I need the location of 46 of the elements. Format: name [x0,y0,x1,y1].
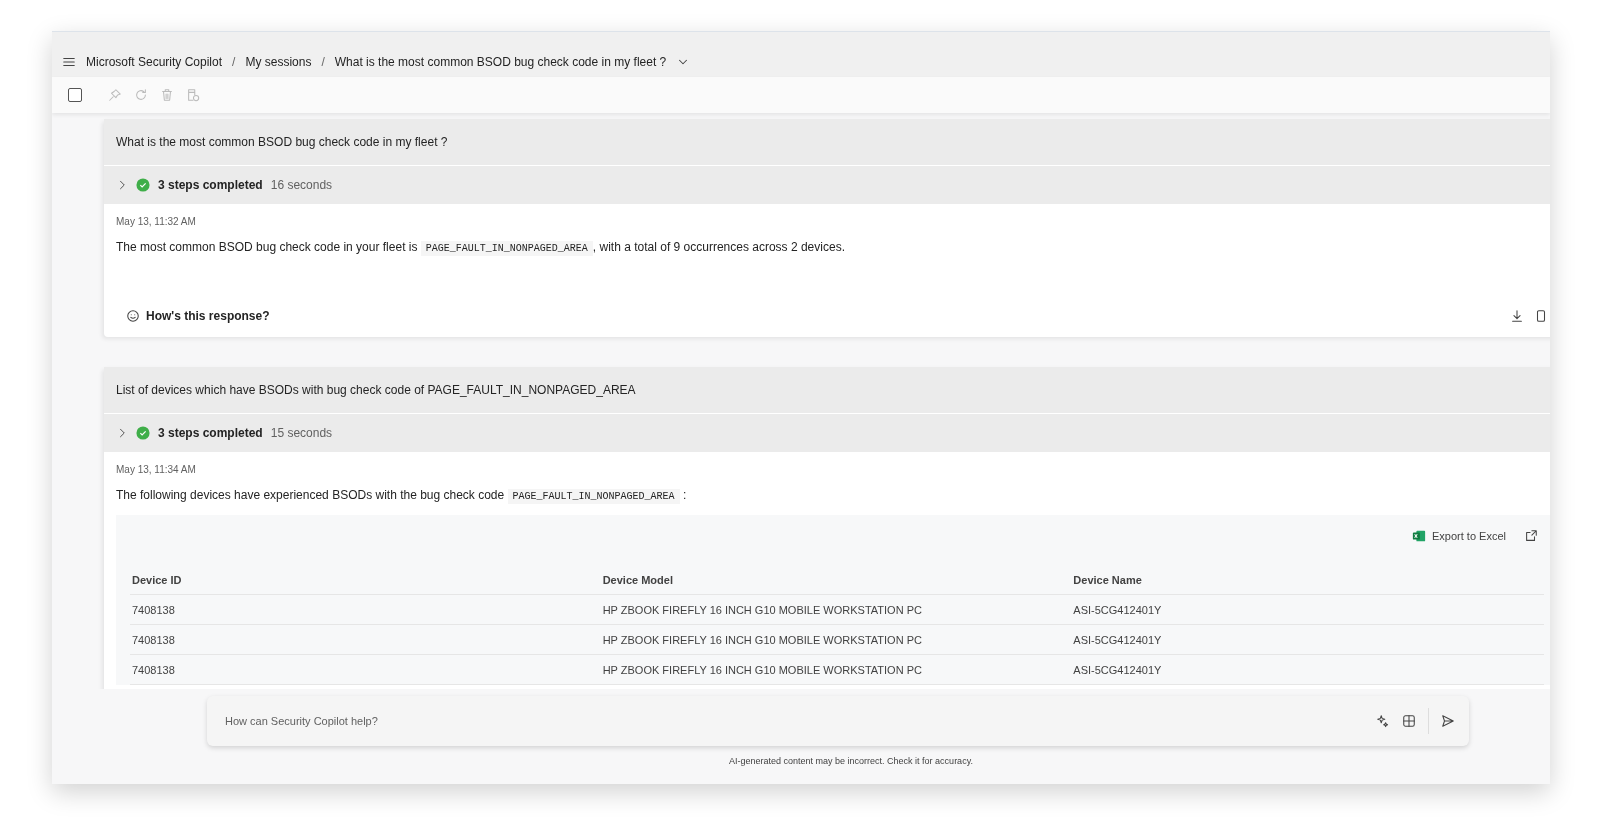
grid-icon[interactable] [1402,714,1416,728]
spreadsheet-icon [1412,529,1426,543]
prompt-text: List of devices which have BSODs with bug check code of PAGE_FAULT_IN_NONPAGED_AREA [104,367,1550,414]
steps-bar[interactable]: 3 steps completed 16 seconds [104,166,1550,204]
feedback-button[interactable]: How's this response? [126,309,270,323]
sparkle-icon[interactable] [1376,714,1390,728]
column-header: Device Model [602,573,674,586]
table-cell-text: ASI-5CG412401Y [1073,663,1163,676]
table-cell-text: HP ZBOOK FIREFLY 16 INCH G10 MOBILE WORKSTATION PC [602,663,923,676]
breadcrumb-link[interactable]: Microsoft Security Copilot [86,54,223,69]
steps-label: 3 steps completed [158,178,263,192]
inline-code: PAGE_FAULT_IN_NONPAGED_AREA [507,489,680,504]
copy-icon[interactable] [1534,309,1548,323]
steps-duration: 15 seconds [270,426,333,440]
column-header: Device ID [132,573,183,586]
table-cell-text: HP ZBOOK FIREFLY 16 INCH G10 MOBILE WORKSTATION PC [602,603,923,616]
prompt-input[interactable]: How can Security Copilot help? [223,714,1364,728]
breadcrumb-separator: / [232,54,236,69]
table-cell-text: ASI-5CG412401Y [1073,603,1163,616]
timestamp: May 13, 11:32 AM [116,216,197,227]
steps-duration: 16 seconds [270,178,333,192]
check-circle-icon [136,426,150,440]
column-header: Device Name [1073,573,1143,586]
response-text: The following devices have experienced BSODs with the bug check code PAGE_FAULT_IN_NONPAGED_AREA : [116,487,688,506]
breadcrumb-link[interactable]: My sessions [245,54,312,69]
smiley-icon [126,309,140,323]
timestamp: May 13, 11:34 AM [116,464,197,475]
table-cell-text: ASI-5CG412401Y [1073,633,1163,646]
response-text: The most common BSOD bug check code in your fleet is PAGE_FAULT_IN_NONPAGED_AREA , with a total of 9 occurrences across 2 devices. [116,239,846,258]
breadcrumb-link[interactable]: What is the most common BSOD bug check code in my fleet ? [334,54,667,69]
expand-icon[interactable] [1524,529,1538,543]
table-cell-text: HP ZBOOK FIREFLY 16 INCH G10 MOBILE WORKSTATION PC [602,633,923,646]
send-icon[interactable] [1441,714,1455,728]
steps-bar[interactable]: 3 steps completed 15 seconds [104,414,1550,452]
select-all-checkbox[interactable] [68,88,82,102]
disclaimer-text: AI-generated content may be incorrect. Check it for accuracy. [728,756,974,766]
table-cell-text: 7408138 [132,663,176,676]
breadcrumb-separator: / [321,54,325,69]
inline-code: PAGE_FAULT_IN_NONPAGED_AREA [420,241,593,256]
prompt-text: What is the most common BSOD bug check code in my fleet ? [104,119,1550,166]
check-circle-icon [136,178,150,192]
table-cell-text: 7408138 [132,633,176,646]
steps-label: 3 steps completed [158,426,263,440]
table-cell-text: 7408138 [132,603,176,616]
download-icon[interactable] [1510,309,1524,323]
export-button[interactable]: Export to Excel [1412,529,1506,543]
